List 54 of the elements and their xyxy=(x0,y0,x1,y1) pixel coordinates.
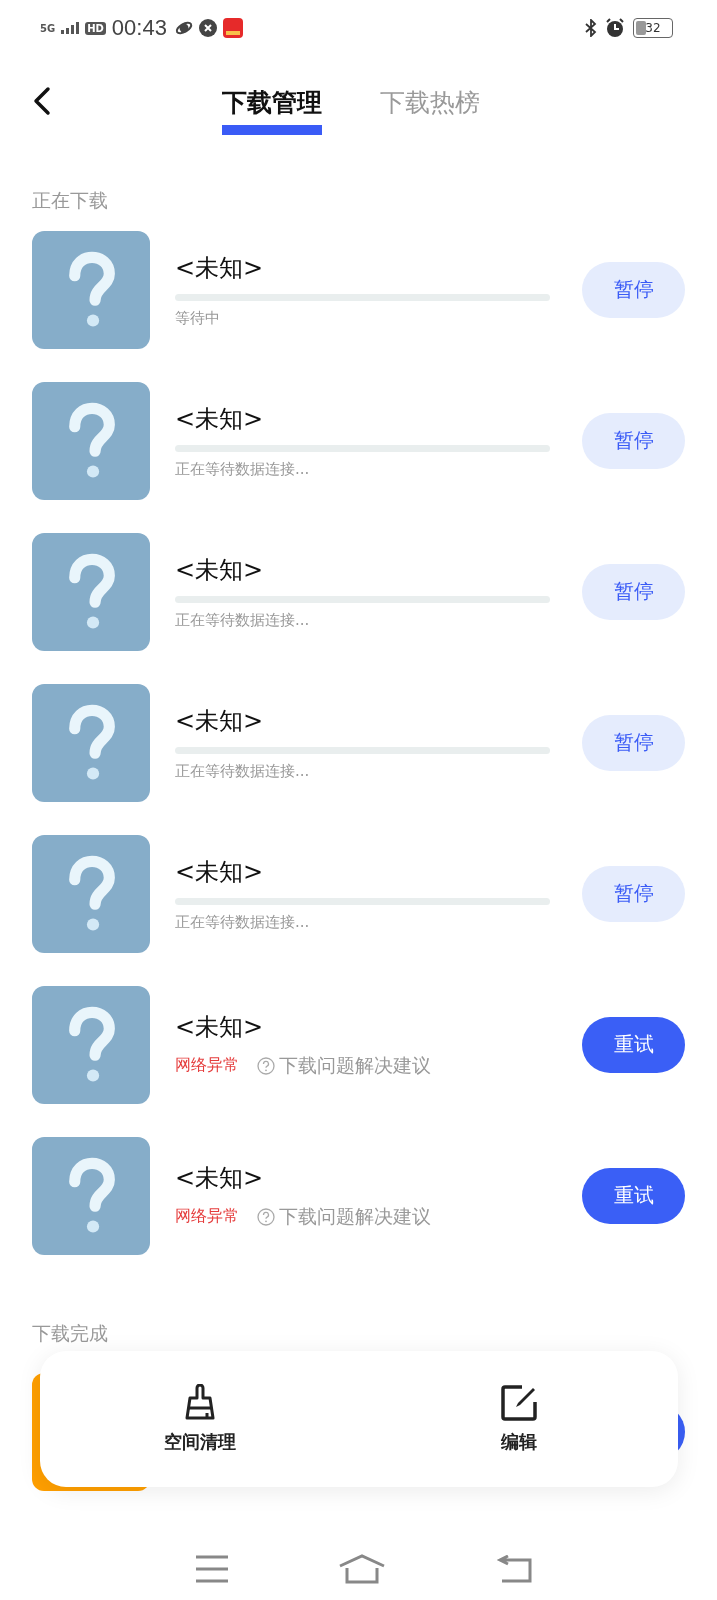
back-icon[interactable] xyxy=(32,86,52,116)
unknown-file-icon xyxy=(32,834,150,953)
toolbar-button[interactable]: 空间清理 xyxy=(40,1351,359,1487)
status-text: 等待中 xyxy=(175,308,221,328)
help-icon xyxy=(257,1056,275,1075)
file-title: <未知> xyxy=(175,1011,265,1043)
pause-button[interactable]: 暂停 xyxy=(582,714,685,771)
status-text: 正在等待数据连接... xyxy=(175,761,311,781)
menu-icon[interactable] xyxy=(194,1555,229,1583)
unknown-file-icon xyxy=(32,683,150,802)
file-title: <未知> xyxy=(175,554,265,586)
retry-button[interactable]: 重试 xyxy=(582,1167,685,1224)
help-link[interactable]: 下载问题解决建议 xyxy=(257,1052,431,1079)
signal-icon xyxy=(61,22,80,34)
unknown-file-icon xyxy=(32,985,150,1104)
unknown-file-icon xyxy=(32,381,150,500)
error-text: 网络异常 xyxy=(175,1055,239,1076)
alarm-icon xyxy=(605,18,625,38)
error-text: 网络异常 xyxy=(175,1206,239,1227)
file-title: <未知> xyxy=(175,1162,265,1194)
network-label: 5G xyxy=(40,22,56,34)
hd-badge: HD xyxy=(85,21,106,35)
status-text: 正在等待数据连接... xyxy=(175,459,311,479)
close-icon xyxy=(198,19,217,37)
unknown-file-icon xyxy=(32,1136,150,1255)
bluetooth-icon xyxy=(585,19,597,37)
section-title: 正在下载 xyxy=(31,188,109,213)
battery-charge-bar xyxy=(636,21,646,35)
toolbar-button[interactable]: 编辑 xyxy=(359,1351,678,1487)
file-title: <未知> xyxy=(175,403,265,435)
status-text: 正在等待数据连接... xyxy=(175,610,311,630)
section-title: 下载完成 xyxy=(31,1321,109,1346)
retry-button[interactable]: 重试 xyxy=(582,1016,685,1073)
file-title: <未知> xyxy=(175,705,265,737)
unknown-file-icon xyxy=(32,532,150,651)
back-nav-icon[interactable] xyxy=(496,1555,533,1583)
battery-level: 32 xyxy=(645,21,661,35)
pause-button[interactable]: 暂停 xyxy=(582,261,685,318)
pause-button[interactable]: 暂停 xyxy=(582,412,685,469)
unknown-file-icon xyxy=(32,230,150,349)
status-text: 正在等待数据连接... xyxy=(175,912,311,932)
home-icon[interactable] xyxy=(338,1554,387,1584)
clock-time: 00:43 xyxy=(111,15,167,41)
help-link[interactable]: 下载问题解决建议 xyxy=(257,1203,431,1230)
pause-button[interactable]: 暂停 xyxy=(582,865,685,922)
file-title: <未知> xyxy=(175,856,265,888)
planet-icon xyxy=(174,19,193,37)
app-icon xyxy=(222,18,243,38)
tab[interactable]: 下载管理 xyxy=(222,85,322,135)
file-title: <未知> xyxy=(175,252,265,284)
edit-icon xyxy=(499,1384,538,1422)
pause-button[interactable]: 暂停 xyxy=(582,563,685,620)
tab[interactable]: 下载热榜 xyxy=(380,85,480,135)
help-icon xyxy=(257,1207,275,1226)
